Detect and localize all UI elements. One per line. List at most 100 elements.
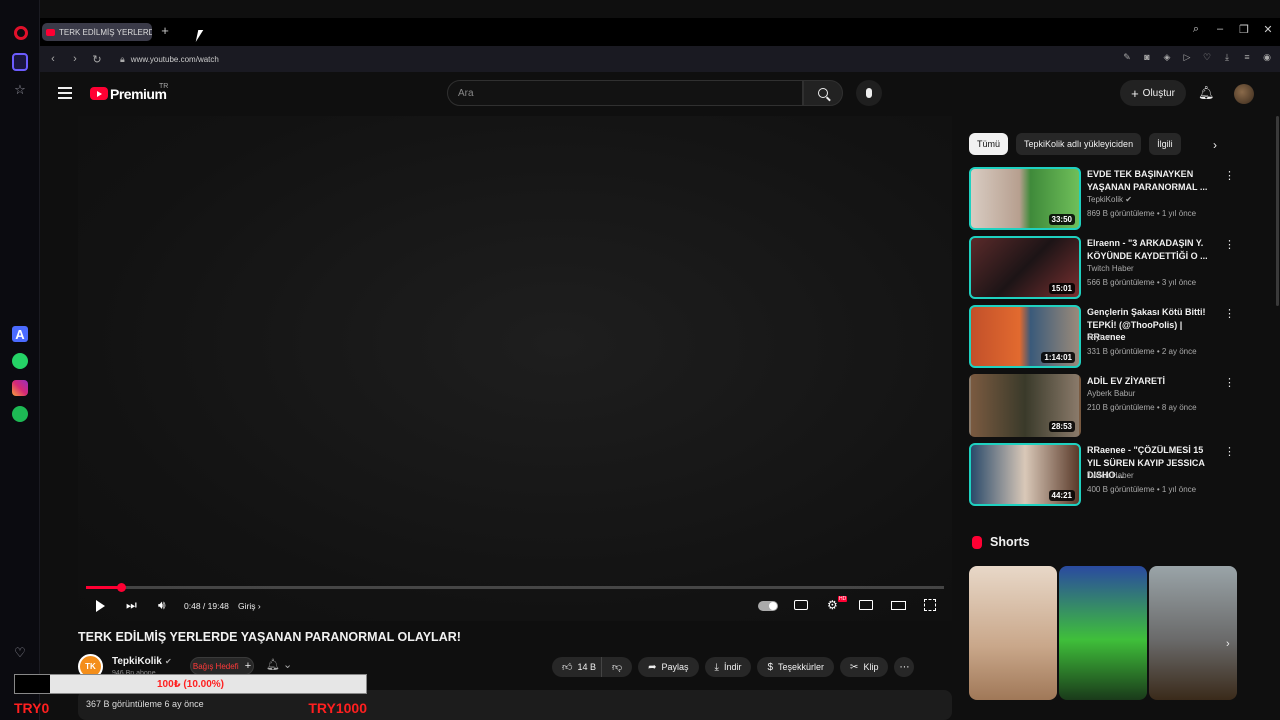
notifications-bell-icon[interactable]: 🔔︎ (1198, 85, 1215, 101)
clip-label: Klip (863, 662, 879, 672)
channel-name[interactable]: TepkiKolik (112, 656, 162, 667)
profile-icon[interactable]: ◉ (1260, 52, 1274, 63)
instagram-icon[interactable] (12, 380, 28, 396)
play-icon[interactable]: ▷ (1180, 52, 1194, 63)
more-vertical-icon[interactable]: ⋮ (1224, 169, 1235, 182)
share-button[interactable]: ➦ Paylaş (638, 657, 699, 677)
maximize-icon[interactable]: ❐ (1232, 23, 1256, 36)
rec-title[interactable]: ADİL EV ZİYARETİ (1087, 375, 1217, 388)
heart-icon[interactable]: ♡ (12, 645, 28, 661)
play-icon[interactable] (96, 600, 105, 612)
star-icon[interactable]: ☆ (12, 82, 28, 98)
forward-icon[interactable]: › (64, 53, 86, 65)
browser-tab[interactable]: TERK EDİLMİŞ YERLERDE (42, 23, 152, 41)
chip-all[interactable]: Tümü (969, 133, 1009, 155)
heart-outline-icon[interactable]: ♡ (1200, 52, 1214, 63)
rec-title[interactable]: Elraenn - "3 ARKADAŞIN Y. KÖYÜNDE KAYDET… (1087, 237, 1217, 262)
progress-knob[interactable] (117, 583, 127, 592)
subtitles-icon[interactable] (794, 600, 808, 610)
plus-icon: + (244, 660, 252, 672)
rec-channel[interactable]: Ayberk Babur (1087, 389, 1135, 398)
hamburger-menu-icon[interactable] (58, 87, 72, 99)
brand-name[interactable]: Premium (110, 86, 167, 102)
list-item[interactable]: 15:01 Elraenn - "3 ARKADAŞIN Y. KÖYÜNDE … (969, 236, 1241, 305)
list-item[interactable]: 33:50 EVDE TEK BAŞINAYKEN YAŞANAN PARANO… (969, 167, 1241, 236)
video-thumbnail[interactable]: 44:21 (969, 443, 1081, 506)
clip-button[interactable]: ✂ Klip (840, 657, 889, 677)
join-button[interactable]: Bağış Hedefi + (190, 657, 254, 675)
create-button[interactable]: + Oluştur (1120, 80, 1186, 106)
rec-channel[interactable]: TepkiKolik ✔︎ (1087, 195, 1132, 204)
home-icon[interactable] (12, 53, 28, 71)
list-item[interactable]: 44:21 RRaenee - "ÇÖZÜLMESİ 15 YIL SÜREN … (969, 443, 1241, 512)
menu-icon[interactable]: ≡ (1240, 52, 1254, 63)
search-button[interactable] (803, 80, 843, 106)
chevron-right-icon[interactable]: › (1226, 638, 1230, 650)
short-thumbnail[interactable] (1059, 566, 1147, 700)
chapter-button[interactable]: Giriş › (238, 601, 261, 611)
aria-icon[interactable]: A (12, 326, 28, 342)
brand-region: TR (159, 83, 169, 90)
more-vertical-icon[interactable]: ⋮ (1224, 238, 1235, 251)
volume-icon[interactable]: 🔊︎ (158, 598, 166, 613)
reload-icon[interactable]: ↻ (86, 53, 108, 66)
more-actions-button[interactable]: ⋯ (894, 657, 915, 677)
youtube-logo-icon[interactable] (90, 87, 108, 100)
more-vertical-icon[interactable]: ⋮ (1224, 307, 1235, 320)
short-thumbnail[interactable] (969, 566, 1057, 700)
search-tabs-icon[interactable]: ⌕ (1184, 23, 1208, 36)
shield-icon[interactable]: ◈ (1160, 52, 1174, 63)
rec-title[interactable]: EVDE TEK BAŞINAYKEN YAŞANAN PARANORMAL .… (1087, 168, 1217, 193)
list-item[interactable]: 28:53 ADİL EV ZİYARETİ Ayberk Babur 210 … (969, 374, 1241, 443)
download-button[interactable]: ⤓ İndir (704, 657, 752, 677)
spotify-icon[interactable] (12, 406, 28, 422)
new-tab-button[interactable]: + (158, 24, 172, 38)
filter-chips: Tümü TepkiKolik adlı yükleyiciden İlgili (969, 133, 1181, 155)
thanks-button[interactable]: $ Teşekkürler (757, 657, 835, 677)
chip-from-uploader[interactable]: TepkiKolik adlı yükleyiciden (1016, 133, 1142, 155)
short-thumbnail[interactable] (1149, 566, 1237, 700)
next-icon[interactable]: ⏭︎ (126, 598, 137, 613)
verified-icon: ✔︎ (165, 657, 172, 666)
rec-channel[interactable]: cFyt ✔︎ (1087, 333, 1111, 342)
settings-gear-icon[interactable]: ⚙ (827, 598, 838, 612)
video-thumbnail[interactable]: 15:01 (969, 236, 1081, 299)
fullscreen-icon[interactable] (924, 599, 936, 611)
rec-meta: 566 B görüntüleme • 3 yıl önce (1087, 278, 1197, 287)
chevron-right-icon[interactable]: › (1213, 138, 1217, 152)
opera-logo-icon[interactable] (14, 26, 28, 40)
chip-related[interactable]: İlgili (1149, 133, 1181, 155)
edit-icon[interactable]: ✎ (1120, 52, 1134, 63)
theater-mode-icon[interactable] (891, 601, 906, 610)
avatar[interactable] (1234, 84, 1254, 104)
autoplay-toggle[interactable] (758, 601, 778, 611)
progress-bar[interactable] (86, 583, 944, 592)
video-player[interactable]: ⏭︎ 🔊︎ 0:48 / 19:48 Giriş › ⚙ HD (78, 116, 952, 621)
dislike-button[interactable]: 👎︎ (600, 657, 632, 677)
more-vertical-icon[interactable]: ⋮ (1224, 376, 1235, 389)
lock-icon[interactable]: 🔒︎ (120, 54, 125, 65)
notification-bell-icon[interactable]: 🔔︎ ⌄ (266, 658, 292, 671)
chapter-label: Giriş (238, 601, 256, 611)
video-thumbnail[interactable]: 1:14:01 (969, 305, 1081, 368)
like-button[interactable]: 👍︎ 14 B 👎︎ (552, 657, 633, 677)
close-icon[interactable]: ✕ (1256, 23, 1280, 36)
search-icon (818, 88, 828, 98)
whatsapp-icon[interactable] (12, 353, 28, 369)
video-thumbnail[interactable]: 33:50 (969, 167, 1081, 230)
search-input[interactable]: Ara (447, 80, 803, 106)
minimize-icon[interactable]: – (1208, 23, 1232, 36)
rec-channel[interactable]: Twitch Haber (1087, 264, 1134, 273)
url-field[interactable]: www.youtube.com/watch (131, 55, 219, 64)
download-icon[interactable]: ⤓ (1220, 52, 1234, 63)
list-item[interactable]: 1:14:01 Gençlerin Şakası Kötü Bitti! TEP… (969, 305, 1241, 374)
page-scrollbar[interactable] (1276, 116, 1279, 306)
miniplayer-icon[interactable] (859, 600, 873, 610)
video-thumbnail[interactable]: 28:53 (969, 374, 1081, 437)
camera-icon[interactable]: ◙ (1140, 52, 1154, 63)
rec-channel[interactable]: Twitch Haber (1087, 471, 1134, 480)
back-icon[interactable]: ‹ (42, 53, 64, 65)
more-vertical-icon[interactable]: ⋮ (1224, 445, 1235, 458)
scissors-icon: ✂ (850, 661, 859, 673)
voice-search-button[interactable] (856, 80, 882, 106)
